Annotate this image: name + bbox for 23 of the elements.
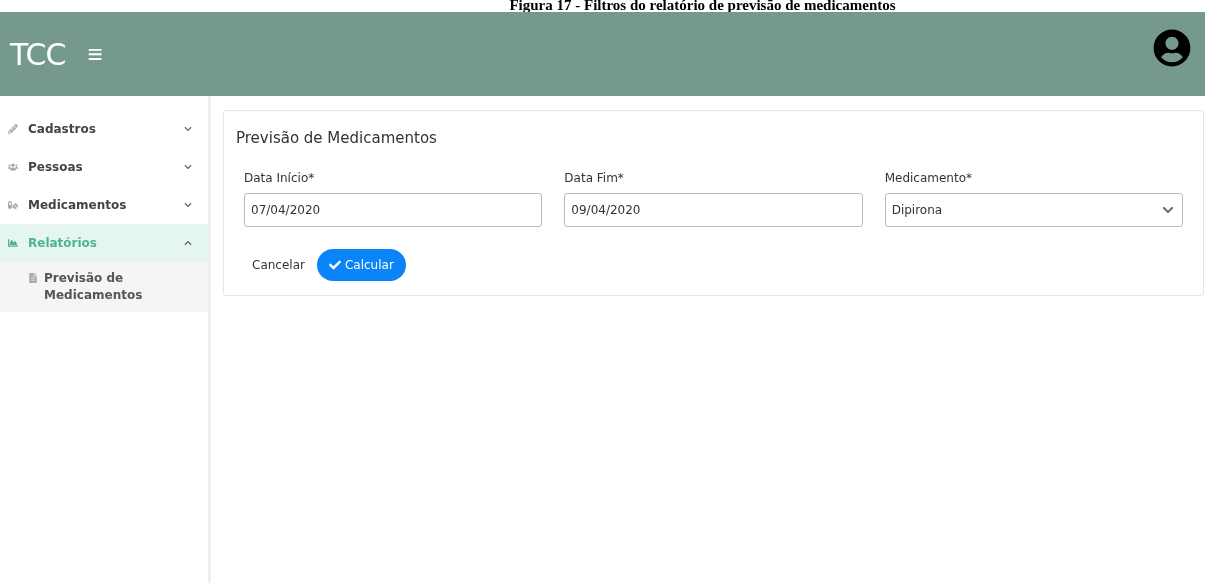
user-avatar-icon[interactable] [1153,29,1191,67]
check-icon [328,259,341,271]
calculate-button[interactable]: Calcular [316,249,406,281]
field-label: Data Início* [244,171,316,185]
cancel-button[interactable]: Cancelar [252,258,305,272]
document-icon [28,273,38,283]
sidebar-subitem[interactable]: Previsão de Medicamentos [0,262,208,312]
sidebar-item[interactable]: Cadastros [0,110,208,148]
select-field[interactable]: Dipirona [884,193,1183,227]
pills-icon [8,200,18,210]
pencil-icon [8,124,18,134]
chart-icon [8,238,18,248]
form-title: Previsão de Medicamentos [236,129,438,147]
field-label: Data Fim* [564,171,625,185]
logo: TCC [10,36,66,72]
sidebar-item[interactable]: Pessoas [0,148,208,186]
date-field[interactable]: 09/04/2020 [564,193,863,227]
sidebar-item[interactable]: Medicamentos [0,186,208,224]
chevron-icon [1162,204,1174,216]
people-icon [8,162,18,172]
field-label: Medicamento* [884,171,974,185]
date-field[interactable]: 07/04/2020 [244,193,543,227]
figure-caption: Figura 17 - Filtros do relatório de previsão de medicamentos [508,0,897,12]
